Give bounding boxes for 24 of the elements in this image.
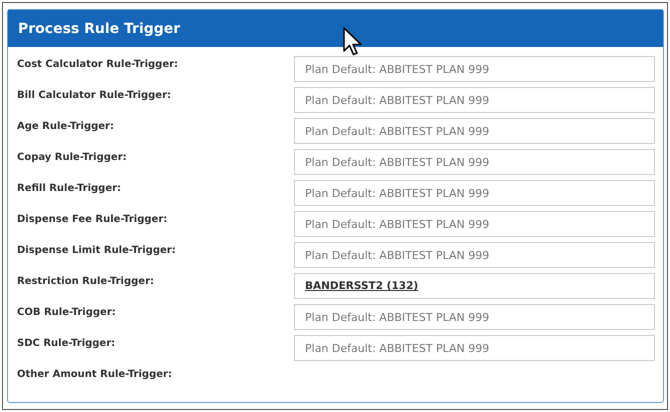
field-label: Bill Calculator Rule-Trigger: — [17, 89, 172, 101]
input-field[interactable]: Plan Default: ABBITEST PLAN 999 — [294, 242, 655, 268]
field-label: Age Rule-Trigger: — [17, 120, 114, 132]
rule-link[interactable]: BANDERSST2 (132) — [305, 280, 418, 292]
field-label: Copay Rule-Trigger: — [17, 151, 127, 163]
field-label: Dispense Limit Rule-Trigger: — [17, 244, 176, 256]
input-field[interactable]: Plan Default: ABBITEST PLAN 999 — [294, 335, 655, 361]
input-field[interactable]: Plan Default: ABBITEST PLAN 999 — [294, 56, 655, 82]
input-field[interactable]: BANDERSST2 (132) — [294, 273, 655, 299]
field-label: SDC Rule-Trigger: — [17, 337, 116, 349]
pointer-icon — [343, 27, 363, 57]
input-field[interactable]: Plan Default: ABBITEST PLAN 999 — [294, 149, 655, 175]
field-label: Cost Calculator Rule-Trigger: — [17, 58, 178, 70]
input-field[interactable]: Plan Default: ABBITEST PLAN 999 — [294, 87, 655, 113]
panel-title: Process Rule Trigger — [18, 20, 180, 36]
field-label: Restriction Rule-Trigger: — [17, 275, 154, 287]
field-label: COB Rule-Trigger: — [17, 306, 116, 318]
input-field[interactable]: Plan Default: ABBITEST PLAN 999 — [294, 211, 655, 237]
field-label: Dispense Fee Rule-Trigger: — [17, 213, 168, 225]
input-field[interactable]: Plan Default: ABBITEST PLAN 999 — [294, 118, 655, 144]
field-label: Other Amount Rule-Trigger: — [17, 368, 172, 380]
input-field[interactable]: Plan Default: ABBITEST PLAN 999 — [294, 180, 655, 206]
input-field[interactable]: Plan Default: ABBITEST PLAN 999 — [294, 304, 655, 330]
field-label: Refill Rule-Trigger: — [17, 182, 122, 194]
